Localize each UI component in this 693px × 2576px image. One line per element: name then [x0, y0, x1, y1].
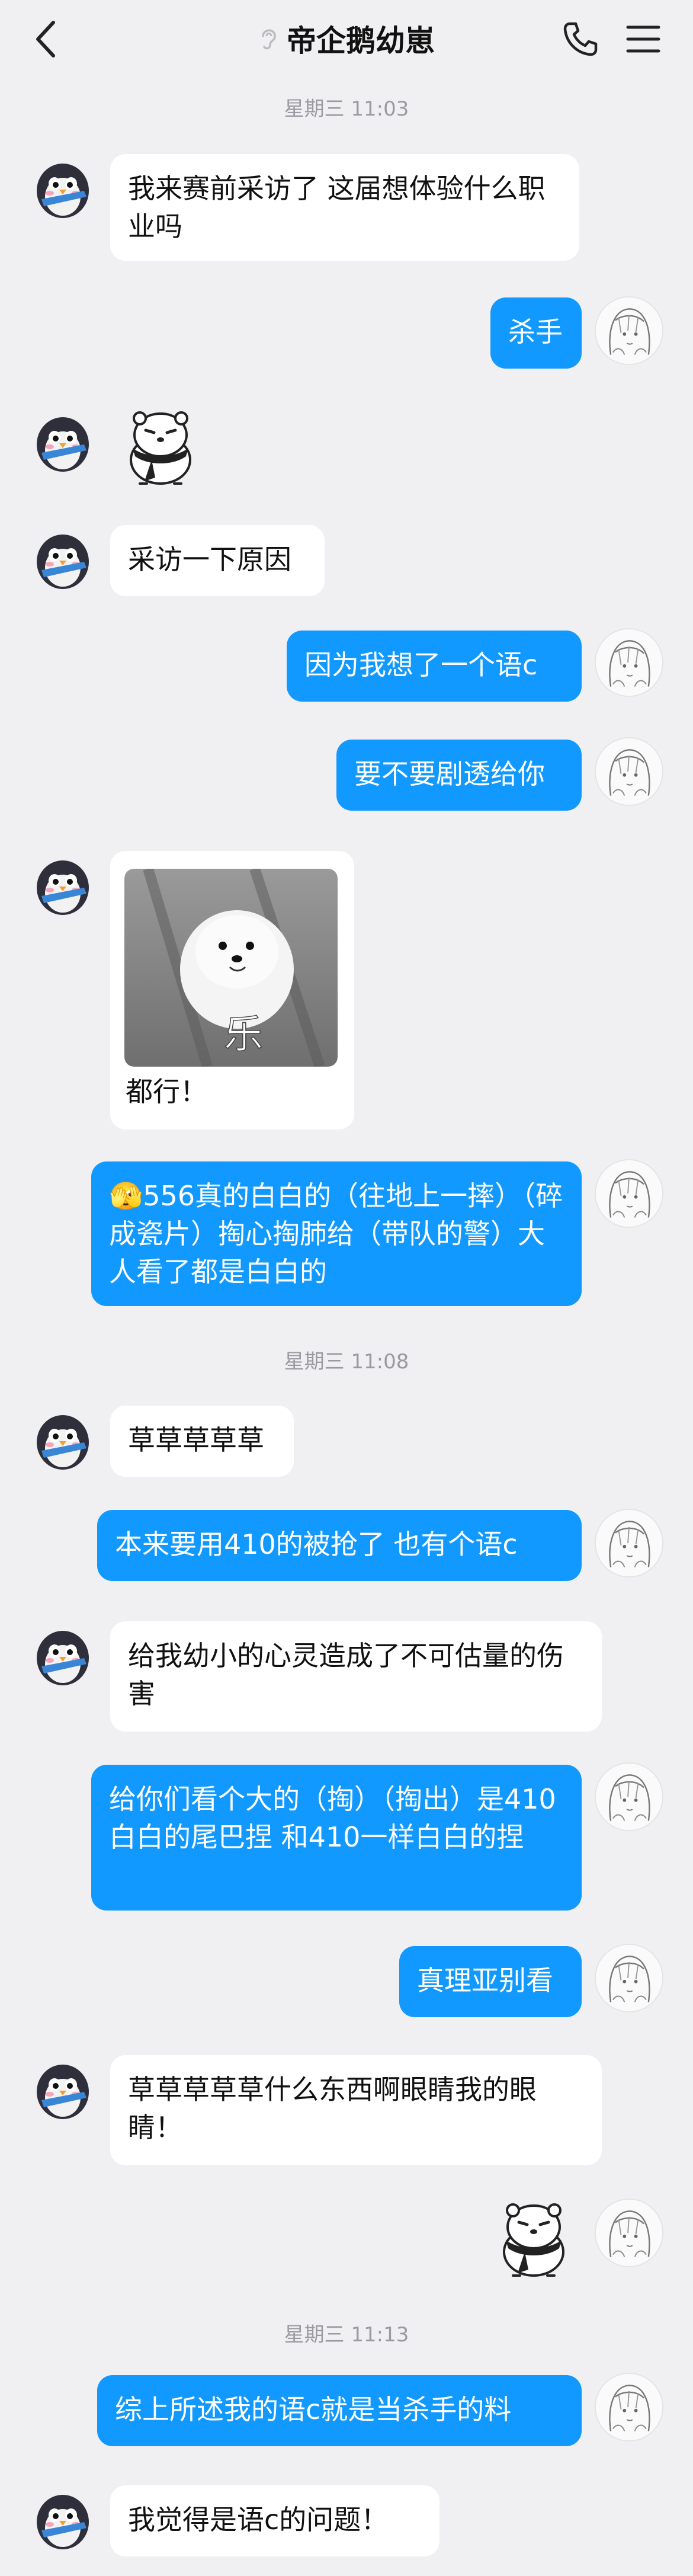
message-bubble-incoming[interactable]: 草草草草草 — [110, 1406, 294, 1477]
girl-avatar[interactable] — [595, 1944, 663, 2012]
bear-scarf-sticker[interactable] — [116, 407, 205, 489]
menu-icon[interactable] — [624, 21, 662, 57]
penguin-avatar[interactable] — [28, 1620, 97, 1689]
penguin-avatar[interactable] — [28, 407, 97, 475]
image-message-bubble[interactable]: 乐 都行！ — [110, 851, 354, 1129]
penguin-avatar[interactable] — [28, 153, 97, 222]
message-bubble-outgoing[interactable]: 真理亚别看 — [399, 1946, 582, 2017]
girl-avatar[interactable] — [595, 628, 663, 697]
girl-avatar[interactable] — [595, 1159, 663, 1228]
message-bubble-outgoing[interactable]: 给你们看个大的（掏）（掏出）是410白白的尾巴捏 和410一样白白的捏 — [91, 1765, 582, 1911]
girl-avatar[interactable] — [595, 1762, 663, 1831]
message-bubble-outgoing[interactable]: 因为我想了一个语c — [287, 631, 582, 702]
girl-avatar[interactable] — [595, 1509, 663, 1577]
timestamp: 星期三 11:08 — [284, 1350, 409, 1374]
image-message-text: 都行！ — [126, 1076, 207, 1108]
image-caption-text: 乐 — [224, 1012, 263, 1057]
message-text: 556真的白白的（往地上一摔）（碎成瓷片）掏心掏肺给（带队的警）大人看了都是白白… — [109, 1180, 563, 1288]
girl-avatar[interactable] — [595, 2373, 663, 2441]
chat-title-group[interactable]: 帝企鹅幼崽 — [258, 17, 435, 60]
girl-avatar[interactable] — [595, 296, 663, 365]
penguin-avatar[interactable] — [28, 2054, 97, 2123]
penguin-avatar[interactable] — [28, 850, 97, 919]
face-peeking-emoji-icon: 🫣 — [109, 1180, 143, 1212]
girl-avatar[interactable] — [595, 2199, 663, 2267]
phone-call-icon[interactable] — [562, 20, 599, 58]
timestamp: 星期三 11:13 — [284, 2323, 409, 2347]
penguin-avatar[interactable] — [28, 1404, 97, 1473]
chat-header: 帝企鹅幼崽 — [0, 0, 693, 77]
message-bubble-incoming[interactable]: 我来赛前采访了 这届想体验什么职业吗 — [110, 154, 579, 261]
message-bubble-outgoing[interactable]: 要不要剧透给你 — [336, 740, 582, 811]
message-bubble-outgoing[interactable]: 本来要用410的被抢了 也有个语c — [97, 1510, 582, 1581]
ear-icon — [262, 29, 276, 50]
message-bubble-outgoing[interactable]: 🫣556真的白白的（往地上一摔）（碎成瓷片）掏心掏肺给（带队的警）大人看了都是白… — [91, 1161, 582, 1306]
message-bubble-outgoing[interactable]: 杀手 — [490, 297, 582, 369]
bear-scarf-sticker[interactable] — [489, 2199, 578, 2281]
message-bubble-incoming[interactable]: 采访一下原因 — [110, 525, 325, 596]
penguin-avatar[interactable] — [28, 524, 97, 593]
message-bubble-incoming[interactable]: 草草草草草什么东西啊眼睛我的眼睛！ — [110, 2055, 602, 2165]
message-bubble-outgoing[interactable]: 综上所述我的语c就是当杀手的料 — [97, 2375, 582, 2446]
message-bubble-incoming[interactable]: 给我幼小的心灵造成了不可估量的伤害 — [110, 1621, 602, 1732]
chat-title: 帝企鹅幼崽 — [287, 24, 435, 58]
girl-avatar[interactable] — [595, 737, 663, 806]
message-bubble-incoming[interactable]: 我觉得是语c的问题！ — [110, 2485, 439, 2556]
penguin-avatar[interactable] — [28, 2484, 97, 2553]
back-arrow-icon[interactable] — [30, 18, 63, 60]
timestamp: 星期三 11:03 — [284, 97, 409, 121]
white-pomeranian-photo[interactable]: 乐 — [124, 869, 338, 1067]
